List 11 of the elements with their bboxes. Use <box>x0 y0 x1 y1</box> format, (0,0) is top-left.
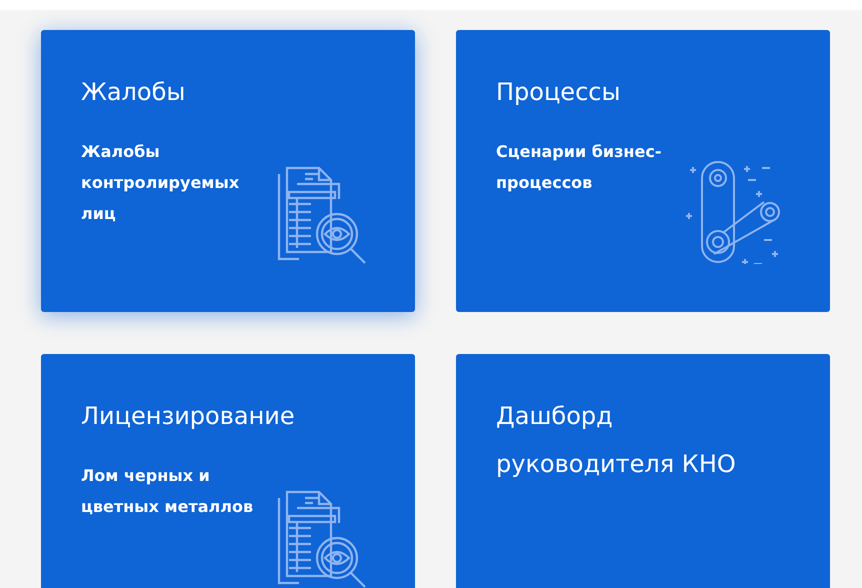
card-description: Сценарии бизнес-процессов <box>496 141 662 194</box>
card[interactable]: Жалобы Жалобы контролируемых лиц <box>41 30 415 312</box>
card-description: Лом черных и цветных металлов <box>81 465 254 518</box>
card-title: Дашборд руководителя КНО <box>496 401 737 480</box>
card-title: Процессы <box>496 77 622 108</box>
card-title: Жалобы <box>81 77 186 108</box>
card[interactable]: Процессы Сценарии бизнес-процессов <box>456 30 830 312</box>
card[interactable]: Лицензирование Лом черных и цветных металлов <box>41 354 415 588</box>
card[interactable]: Дашборд руководителя КНО <box>456 354 830 588</box>
card-title: Лицензирование <box>81 401 296 432</box>
card-description: Жалобы контролируемых лиц <box>81 141 240 225</box>
